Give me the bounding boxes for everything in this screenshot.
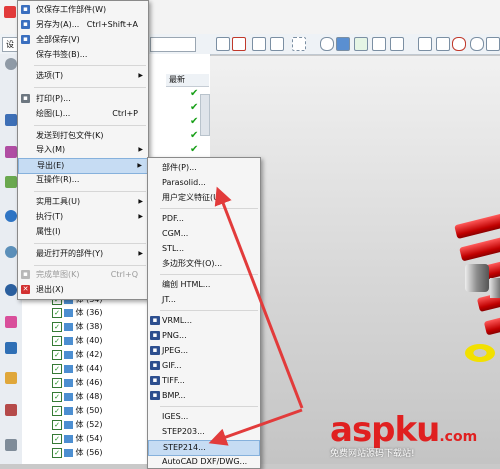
arrow-to-export-menu: [214, 186, 304, 409]
annotation-arrows: [208, 186, 304, 446]
arrow-to-step214: [208, 408, 303, 446]
site-watermark: aspku.com 免费网站源码下载站!: [330, 410, 477, 459]
watermark-suffix: .com: [439, 429, 478, 445]
watermark-subtitle: 免费网站源码下载站!: [330, 449, 415, 459]
watermark-brand: aspku: [330, 410, 440, 450]
